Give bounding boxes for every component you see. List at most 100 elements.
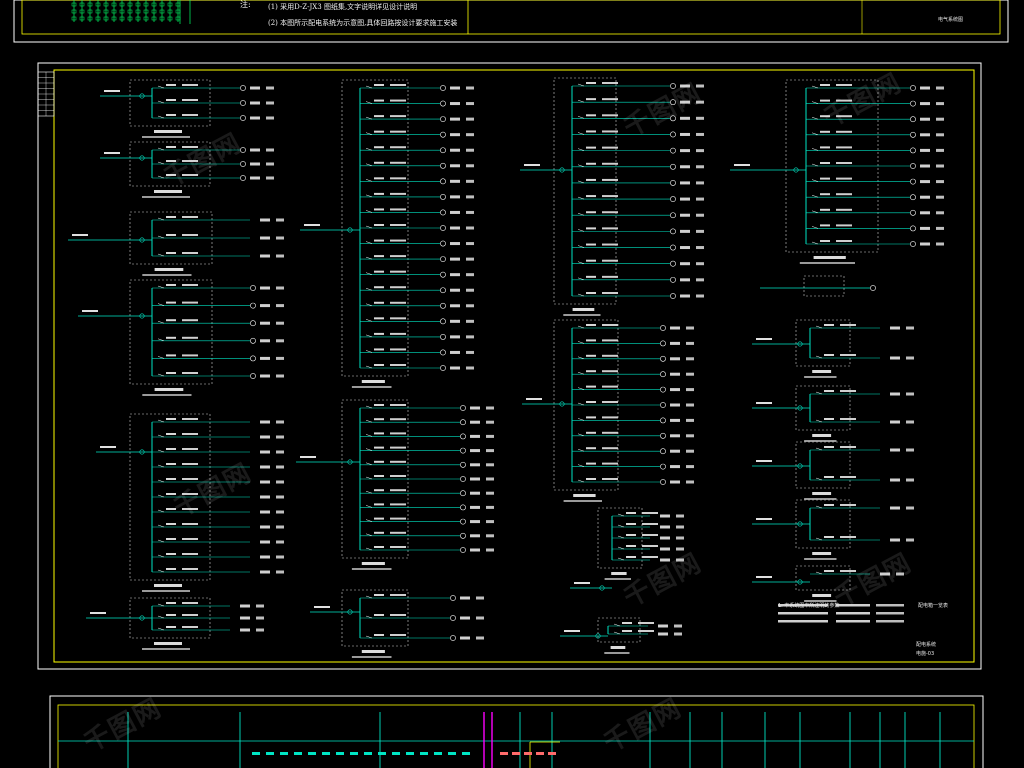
- cable-spec-mark: [182, 252, 198, 254]
- load-tag-mark: [276, 339, 284, 343]
- legend-text-mark: [876, 620, 904, 623]
- cable-spec-mark: [836, 162, 852, 164]
- circuit-tag-mark: [670, 403, 680, 407]
- load-tag-mark: [486, 420, 494, 424]
- breaker-spec-mark: [586, 354, 596, 357]
- note-line-1: (1) 采用D-Z-JX3 图纸集,文字说明详见设计说明: [268, 3, 418, 11]
- load-tag-mark: [906, 392, 914, 396]
- circuit-tag-mark: [470, 505, 480, 509]
- breaker-spec-mark: [374, 255, 384, 258]
- load-tag-mark: [276, 236, 284, 240]
- feeder-label-mark: [104, 152, 120, 154]
- breaker-spec-mark: [374, 239, 384, 242]
- load-tag-mark: [686, 434, 694, 438]
- load-tag-mark: [266, 86, 274, 90]
- load-tag-mark: [696, 278, 704, 282]
- circuit-tag-mark: [920, 242, 930, 246]
- cable-spec-mark: [602, 416, 618, 419]
- cable-spec-mark: [602, 227, 618, 230]
- footer-right-note: 配电箱一览表: [918, 603, 949, 609]
- breaker-spec-mark: [374, 364, 384, 366]
- load-tag-mark: [486, 406, 494, 410]
- panel-type-mark: [142, 274, 192, 276]
- feeder-label-mark: [756, 402, 772, 404]
- breaker-spec-mark: [824, 418, 834, 420]
- circuit-tag-mark: [260, 356, 270, 360]
- circuit-tag-mark: [260, 304, 270, 308]
- load-tag-mark: [466, 335, 474, 339]
- cable-spec-mark: [182, 354, 198, 357]
- cable-spec-mark: [836, 208, 852, 211]
- load-tag-mark: [276, 356, 284, 360]
- breaker-spec-mark: [586, 447, 596, 450]
- load-tag-mark: [696, 181, 704, 185]
- panel-type-mark: [351, 386, 392, 388]
- breaker-spec-mark: [166, 478, 176, 480]
- cable-spec-mark: [840, 354, 856, 356]
- circuit-tag-mark: [680, 278, 690, 282]
- cable-spec-mark: [642, 534, 658, 536]
- load-tag-mark: [696, 165, 704, 169]
- load-tag-mark: [486, 505, 494, 509]
- load-tag-mark: [686, 326, 694, 330]
- cable-spec-mark: [638, 630, 654, 632]
- load-tag-mark: [486, 520, 494, 524]
- load-tag-mark: [936, 148, 944, 152]
- breaker-spec-mark: [586, 130, 596, 133]
- circuit-tag-mark: [470, 406, 480, 410]
- cable-spec-mark: [390, 177, 406, 180]
- breaker-spec-mark: [374, 146, 384, 149]
- cable-spec-mark: [182, 448, 198, 450]
- load-tag-mark: [256, 604, 264, 608]
- breaker-spec-mark: [374, 301, 384, 304]
- circuit-tag-mark: [680, 132, 690, 136]
- load-tag-mark: [696, 262, 704, 266]
- circuit-tag-mark: [670, 357, 680, 361]
- load-tag-mark: [466, 288, 474, 292]
- cable-spec-mark: [182, 84, 198, 86]
- load-tag-mark: [466, 210, 474, 214]
- cable-spec-mark: [602, 146, 618, 149]
- panel-label-mark: [572, 308, 595, 311]
- legend-text-mark: [836, 612, 870, 615]
- circuit-tag-mark: [920, 211, 930, 215]
- circuit-tag-mark: [260, 321, 270, 325]
- circuit-tag-mark: [260, 420, 270, 424]
- cable-spec-mark: [836, 240, 852, 242]
- cable-spec-mark: [182, 99, 198, 101]
- riser-tag: [336, 752, 344, 755]
- circuit-tag-mark: [470, 477, 480, 481]
- load-tag-mark: [906, 420, 914, 424]
- breaker-spec-mark: [626, 534, 636, 536]
- load-tag-mark: [696, 197, 704, 201]
- cable-spec-mark: [602, 162, 618, 165]
- circuit-tag-mark: [680, 165, 690, 169]
- breaker-spec-mark: [166, 568, 176, 570]
- circuit-tag-mark: [920, 102, 930, 106]
- load-tag-mark: [486, 548, 494, 552]
- load-tag-mark: [696, 116, 704, 120]
- circuit-tag-mark: [920, 148, 930, 152]
- panel-label-mark: [361, 380, 385, 383]
- circuit-tag-mark: [470, 463, 480, 467]
- breaker-spec-mark: [374, 348, 384, 351]
- load-tag-mark: [906, 448, 914, 452]
- circuit-tag-mark: [260, 218, 270, 222]
- load-tag-mark: [276, 450, 284, 454]
- circuit-tag-mark: [450, 164, 460, 168]
- cable-spec-mark: [182, 553, 198, 555]
- breaker-spec-mark: [820, 130, 830, 133]
- load-tag-mark: [486, 449, 494, 453]
- circuit-tag-mark: [660, 547, 670, 551]
- load-tag-mark: [476, 636, 484, 640]
- cable-spec-mark: [602, 243, 618, 246]
- breaker-spec-mark: [586, 195, 596, 198]
- cable-spec-mark: [840, 476, 856, 478]
- breaker-spec-mark: [166, 99, 176, 101]
- breaker-spec-mark: [374, 460, 384, 463]
- panel-label-mark: [812, 370, 832, 373]
- circuit-tag-mark: [240, 628, 250, 632]
- circuit-tag-mark: [680, 262, 690, 266]
- breaker-spec-mark: [824, 504, 834, 506]
- load-tag-mark: [266, 148, 274, 152]
